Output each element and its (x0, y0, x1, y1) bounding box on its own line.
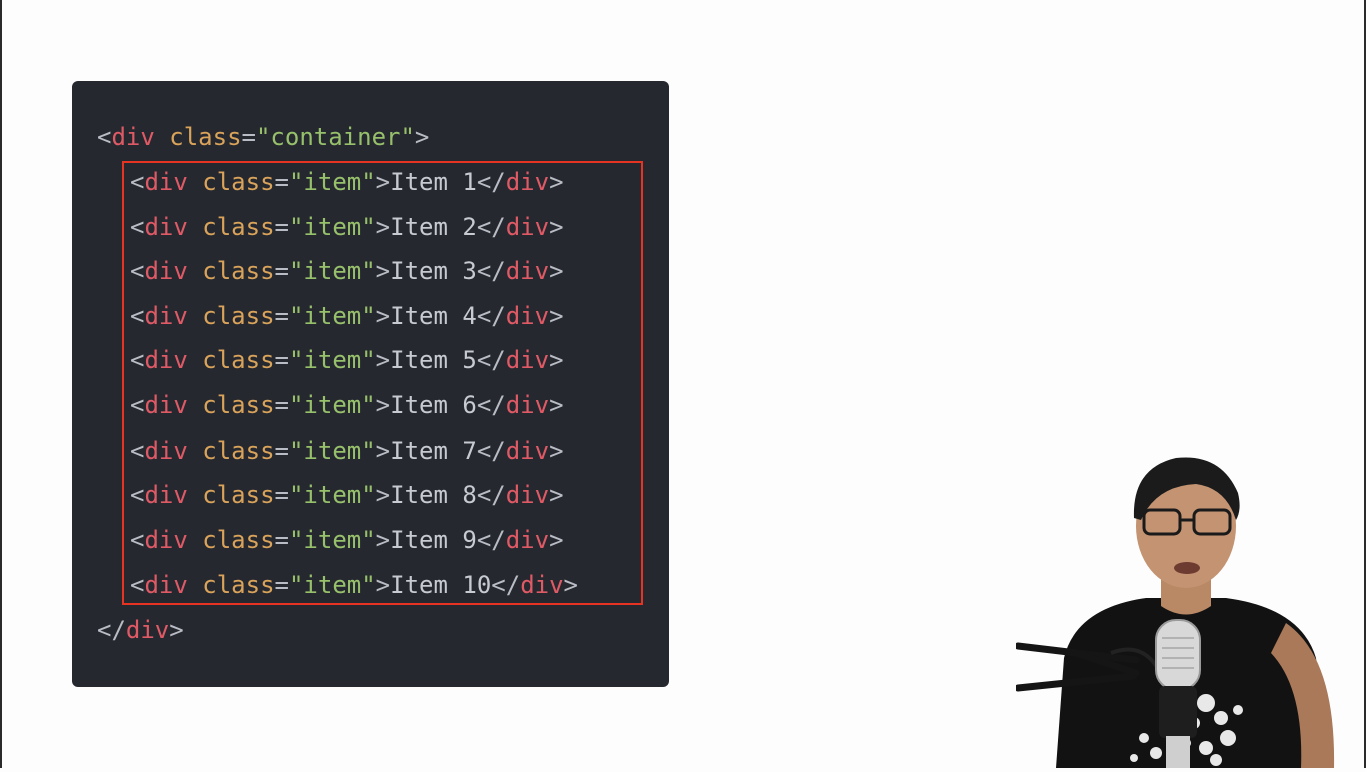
code-line-item: <div class="item">Item 8</div> (130, 481, 564, 509)
code-line-container-open: <div class="container"> (97, 117, 429, 157)
code-token-text: Item 8 (390, 481, 477, 509)
code-token-text: Item 4 (390, 302, 477, 330)
code-token-text: Item 6 (390, 391, 477, 419)
code-token-string: "item" (288, 346, 376, 374)
code-line-item: <div class="item">Item 10</div> (130, 571, 578, 599)
code-snippet-card: <div class="container"> <div class="item… (72, 81, 669, 687)
code-line-item: <div class="item">Item 1</div> (130, 168, 564, 196)
code-token-string: "item" (288, 437, 376, 465)
code-line-item: <div class="item">Item 4</div> (130, 302, 564, 330)
code-token-text: Item 10 (390, 571, 492, 599)
code-token-text: Item 7 (390, 437, 477, 465)
code-token-lt: </ (97, 616, 126, 644)
code-token-string: "item" (288, 391, 376, 419)
code-token-text: Item 3 (390, 257, 477, 285)
code-token-string: "item" (288, 213, 376, 241)
code-token-text: Item 5 (390, 346, 477, 374)
code-line-item: <div class="item">Item 9</div> (130, 526, 564, 554)
code-token-string: "item" (288, 302, 376, 330)
code-token-gt: > (169, 616, 184, 644)
code-token-gt: > (414, 123, 430, 151)
code-token-text: Item 1 (390, 168, 477, 196)
code-token-string: "item" (288, 526, 376, 554)
code-token-attr: class (169, 123, 242, 151)
code-token-lt: < (97, 123, 112, 151)
frame-edge-left (0, 0, 2, 768)
code-token-string: "item" (288, 168, 376, 196)
code-line-item: <div class="item">Item 3</div> (130, 257, 564, 285)
presenter-video-icon (1014, 448, 1356, 768)
code-line-item: <div class="item">Item 6</div> (130, 391, 564, 419)
code-line-container-close: </div> (97, 610, 184, 650)
code-token-string: "container" (255, 123, 415, 151)
code-token-string: "item" (288, 481, 376, 509)
code-token-text: Item 2 (390, 213, 477, 241)
code-token-tag: div (125, 616, 170, 644)
code-line-item: <div class="item">Item 5</div> (130, 346, 564, 374)
code-line-item: <div class="item">Item 2</div> (130, 213, 564, 241)
code-line-item: <div class="item">Item 7</div> (130, 437, 564, 465)
code-token-text: Item 9 (390, 526, 477, 554)
code-token-tag: div (111, 123, 155, 151)
code-token-string: "item" (288, 257, 376, 285)
code-token-string: "item" (288, 571, 376, 599)
code-token-eq: = (241, 123, 256, 151)
